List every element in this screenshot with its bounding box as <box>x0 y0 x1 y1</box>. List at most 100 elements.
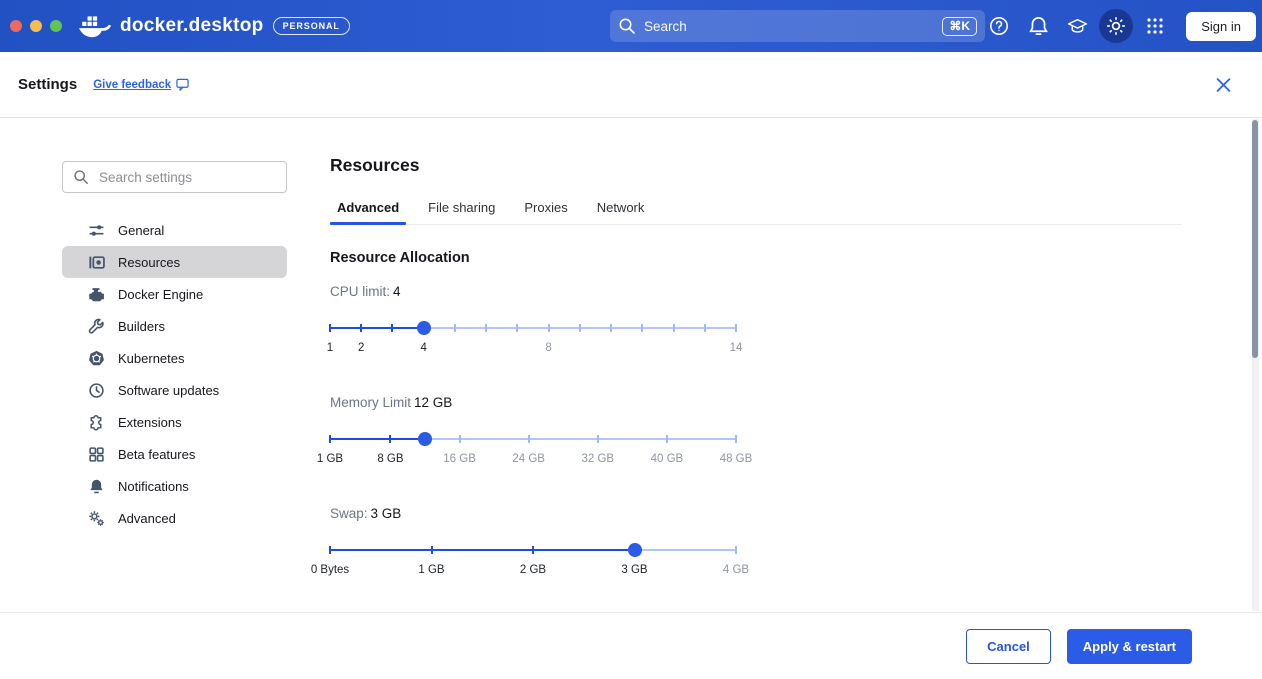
sidebar-item-extensions[interactable]: Extensions <box>62 406 287 438</box>
slider-tick <box>673 324 675 332</box>
cpu-limit-value: 4 <box>393 284 401 299</box>
slider-tick <box>704 324 706 332</box>
cpu-limit-tick-labels: 124814 <box>330 342 736 357</box>
sidebar-item-label: Docker Engine <box>118 287 203 302</box>
give-feedback-link[interactable]: Give feedback <box>93 78 189 91</box>
window-minimize-button[interactable] <box>30 20 42 32</box>
close-settings-button[interactable] <box>1216 77 1231 92</box>
sidebar-item-label: Builders <box>118 319 165 334</box>
sidebar-item-general[interactable]: General <box>62 214 287 246</box>
learning-center-button[interactable] <box>1060 9 1094 43</box>
slider-tick <box>459 435 461 443</box>
search-placeholder: Search <box>644 19 942 34</box>
sidebar-item-builders[interactable]: Builders <box>62 310 287 342</box>
slider-tick <box>735 324 737 332</box>
sign-in-button[interactable]: Sign in <box>1186 12 1256 41</box>
sidebar-item-kubernetes[interactable]: Kubernetes <box>62 342 287 374</box>
cancel-button[interactable]: Cancel <box>966 629 1051 664</box>
slider-tick <box>360 324 362 332</box>
window-zoom-button[interactable] <box>50 20 62 32</box>
search-icon <box>618 17 636 35</box>
memory-limit-slider-thumb[interactable] <box>418 432 432 446</box>
tick-label: 48 GB <box>720 453 753 465</box>
tick-label: 24 GB <box>512 453 545 465</box>
swap-slider-track[interactable] <box>330 543 736 557</box>
close-icon <box>1216 77 1231 92</box>
slider-tick <box>579 324 581 332</box>
tick-label: 2 <box>358 342 364 354</box>
docker-whale-icon <box>79 14 111 38</box>
swap-value: 3 GB <box>371 506 402 521</box>
slider-track-fill <box>330 438 425 440</box>
swap-slider-thumb[interactable] <box>628 543 642 557</box>
swap-label: Swap:3 GB <box>330 506 736 521</box>
slider-tick <box>548 324 550 332</box>
gears-icon <box>88 510 105 527</box>
tick-label: 1 GB <box>418 564 444 576</box>
search-icon <box>73 169 89 185</box>
memory-limit-slider-track[interactable] <box>330 432 736 446</box>
tick-label: 4 <box>420 342 426 354</box>
tab-proxies[interactable]: Proxies <box>517 200 574 224</box>
notifications-button[interactable] <box>1021 9 1055 43</box>
slider-tick <box>641 324 643 332</box>
tick-label: 3 GB <box>621 564 647 576</box>
settings-header: Settings Give feedback <box>0 52 1262 118</box>
global-search-input[interactable]: Search ⌘K <box>610 10 985 42</box>
sidebar-item-beta-features[interactable]: Beta features <box>62 438 287 470</box>
app-titlebar: docker.desktop PERSONAL Search ⌘K <box>0 0 1262 52</box>
gear-icon <box>1105 15 1127 37</box>
plan-badge: PERSONAL <box>273 17 350 35</box>
sidebar-item-notifications[interactable]: Notifications <box>62 470 287 502</box>
section-title: Resource Allocation <box>330 250 1182 266</box>
help-icon <box>988 15 1010 37</box>
kubernetes-icon <box>88 350 105 367</box>
slider-tick <box>597 435 599 443</box>
resources-gauge-icon <box>88 254 105 271</box>
slider-tick <box>329 324 331 332</box>
settings-search-box[interactable] <box>62 161 287 193</box>
sidebar-item-advanced[interactable]: Advanced <box>62 502 287 534</box>
tab-file-sharing[interactable]: File sharing <box>421 200 502 224</box>
slider-tick <box>389 435 391 443</box>
update-clock-icon <box>88 382 105 399</box>
feedback-bubble-icon <box>176 78 189 91</box>
sidebar-item-label: Beta features <box>118 447 195 462</box>
bell-icon <box>1028 16 1049 37</box>
slider-tick <box>485 324 487 332</box>
graduation-cap-icon <box>1066 15 1089 38</box>
slider-track-fill <box>330 549 635 551</box>
page-title: Resources <box>330 155 1182 176</box>
engine-icon <box>88 286 105 303</box>
sidebar-item-label: Notifications <box>118 479 189 494</box>
sidebar-item-resources[interactable]: Resources <box>62 246 287 278</box>
sidebar-item-label: Kubernetes <box>118 351 185 366</box>
sidebar-nav: General Resources Docker Engine Builders Kub… <box>62 214 287 534</box>
tab-network[interactable]: Network <box>590 200 652 224</box>
sidebar-item-label: Advanced <box>118 511 176 526</box>
sidebar-item-label: Software updates <box>118 383 219 398</box>
settings-content: Resources Advanced File sharing Proxies Net… <box>330 118 1182 612</box>
puzzle-icon <box>88 414 105 431</box>
slider-tick <box>532 546 534 554</box>
settings-search-input[interactable] <box>97 169 276 186</box>
slider-cpu-limit: CPU limit:4124814 <box>330 284 736 357</box>
sidebar-item-docker-engine[interactable]: Docker Engine <box>62 278 287 310</box>
tick-label: 8 GB <box>377 453 403 465</box>
scrollbar-thumb[interactable] <box>1252 120 1258 358</box>
tick-label: 14 <box>730 342 743 354</box>
window-close-button[interactable] <box>10 20 22 32</box>
sidebar-item-software-updates[interactable]: Software updates <box>62 374 287 406</box>
sidebar-item-label: Resources <box>118 255 180 270</box>
apply-restart-button[interactable]: Apply & restart <box>1067 629 1192 664</box>
resources-tabs: Advanced File sharing Proxies Network <box>330 200 1182 225</box>
slider-tick <box>610 324 612 332</box>
apps-grid-button[interactable] <box>1138 9 1172 43</box>
cpu-limit-slider-thumb[interactable] <box>417 321 431 335</box>
slider-memory-limit: Memory Limit12 GB1 GB8 GB16 GB24 GB32 GB… <box>330 395 736 468</box>
tab-advanced[interactable]: Advanced <box>330 200 406 224</box>
memory-limit-value: 12 GB <box>414 395 452 410</box>
settings-button[interactable] <box>1099 9 1133 43</box>
cpu-limit-slider-track[interactable] <box>330 321 736 335</box>
help-button[interactable] <box>982 9 1016 43</box>
